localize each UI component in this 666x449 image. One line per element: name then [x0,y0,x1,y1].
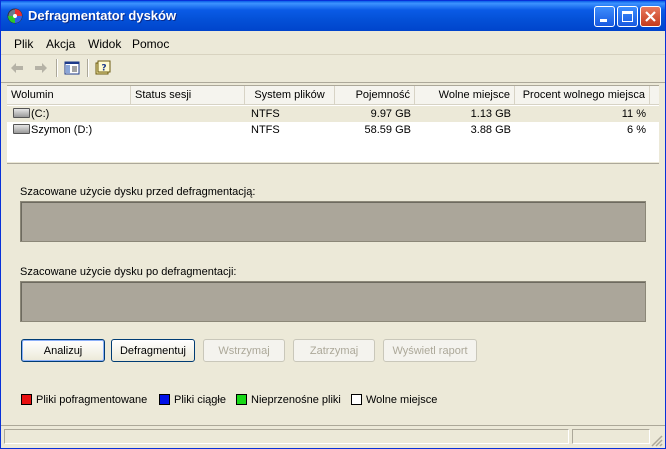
fragmented-color-swatch [21,394,32,405]
status-pane-main [4,429,569,444]
menu-bar: Plik Akcja Widok Pomoc [1,32,665,55]
legend-unmovable-files: Nieprzenośne pliki [236,394,341,408]
volume-row-d[interactable]: Szymon (D:) NTFS 58.59 GB 3.88 GB 6 % [7,122,659,138]
minimize-icon [600,19,607,22]
svg-text:?: ? [101,64,106,74]
percent-free-cell: 6 % [627,124,646,136]
file-system-cell: NTFS [251,108,280,120]
free-space-cell: 1.13 GB [470,108,511,120]
minimize-button[interactable] [594,6,615,27]
defragmenter-app-icon [7,8,23,24]
volume-list: Wolumin Status sesji System plików Pojem… [7,85,659,162]
pause-button[interactable]: Wstrzymaj [203,339,285,362]
close-icon [645,11,656,22]
analysis-panel: Szacowane użycie dysku przed defragmenta… [7,163,659,420]
before-defrag-usage-display [20,201,646,242]
analyze-button[interactable]: Analizuj [21,339,105,362]
legend-label: Nieprzenośne pliki [251,394,341,406]
show-hide-console-tree-icon [64,61,80,75]
column-header-capacity[interactable]: Pojemność [335,86,415,104]
menu-plik[interactable]: Plik [14,37,33,51]
session-status-cell [131,122,245,138]
forward-arrow-icon [35,63,47,73]
toolbar: ? [1,55,665,83]
defragment-button[interactable]: Defragmentuj [111,339,195,362]
column-header-file-system[interactable]: System plików [245,86,335,104]
contiguous-color-swatch [159,394,170,405]
menu-akcja[interactable]: Akcja [46,37,75,51]
stop-button[interactable]: Zatrzymaj [293,339,375,362]
resize-grip-icon[interactable] [651,435,663,447]
column-header-volume[interactable]: Wolumin [7,86,131,104]
legend-label: Pliki pofragmentowane [36,394,148,406]
free-space-color-swatch [351,394,362,405]
legend-fragmented-files: Pliki pofragmentowane [21,394,147,408]
after-defrag-usage-display [20,281,646,322]
hard-drive-icon [13,124,30,134]
column-header-session-status[interactable]: Status sesji [131,86,245,104]
before-defrag-label: Szacowane użycie dysku przed defragmenta… [20,186,256,198]
menu-widok[interactable]: Widok [88,37,121,51]
menu-pomoc[interactable]: Pomoc [132,37,169,51]
file-system-cell: NTFS [251,124,280,136]
maximize-icon [622,11,633,22]
status-pane-secondary [572,429,650,444]
legend-label: Wolne miejsce [366,394,438,406]
column-header-free-space[interactable]: Wolne miejsce [415,86,515,104]
volume-list-header: Wolumin Status sesji System plików Pojem… [7,86,659,105]
show-hide-console-tree-button[interactable] [62,58,82,78]
volume-row-c[interactable]: (C:) NTFS 9.97 GB 1.13 GB 11 % [7,106,659,122]
legend-contiguous-files: Pliki ciągłe [159,394,226,408]
capacity-cell: 58.59 GB [364,124,411,136]
volume-name-cell: Szymon (D:) [9,122,131,138]
after-defrag-label: Szacowane użycie dysku po defragmentacji… [20,266,237,278]
legend-free-space: Wolne miejsce [351,394,437,408]
capacity-cell: 9.97 GB [370,108,411,120]
help-button[interactable]: ? [93,58,113,78]
toolbar-separator [56,59,57,77]
hard-drive-icon [13,108,30,118]
close-button[interactable] [640,6,661,27]
unmovable-color-swatch [236,394,247,405]
back-arrow-icon [11,63,23,73]
percent-free-cell: 11 % [621,108,646,120]
legend-label: Pliki ciągłe [174,394,226,406]
maximize-button[interactable] [617,6,638,27]
forward-button[interactable] [31,58,51,78]
help-icon: ? [95,60,111,75]
volume-name: Szymon (D:) [31,124,93,136]
free-space-cell: 3.88 GB [470,124,511,136]
status-bar [1,425,665,448]
view-report-button[interactable]: Wyświetl raport [383,339,477,362]
window-title: Defragmentator dysków [28,8,177,23]
column-header-percent-free[interactable]: Procent wolnego miejsca [515,86,650,104]
defragmenter-window: Defragmentator dysków Plik Akcja Widok P… [0,0,666,449]
back-button[interactable] [7,58,27,78]
volume-name-cell: (C:) [9,106,131,122]
title-bar[interactable]: Defragmentator dysków [1,1,665,31]
session-status-cell [131,106,245,122]
toolbar-separator [87,59,88,77]
volume-name: (C:) [31,108,50,120]
